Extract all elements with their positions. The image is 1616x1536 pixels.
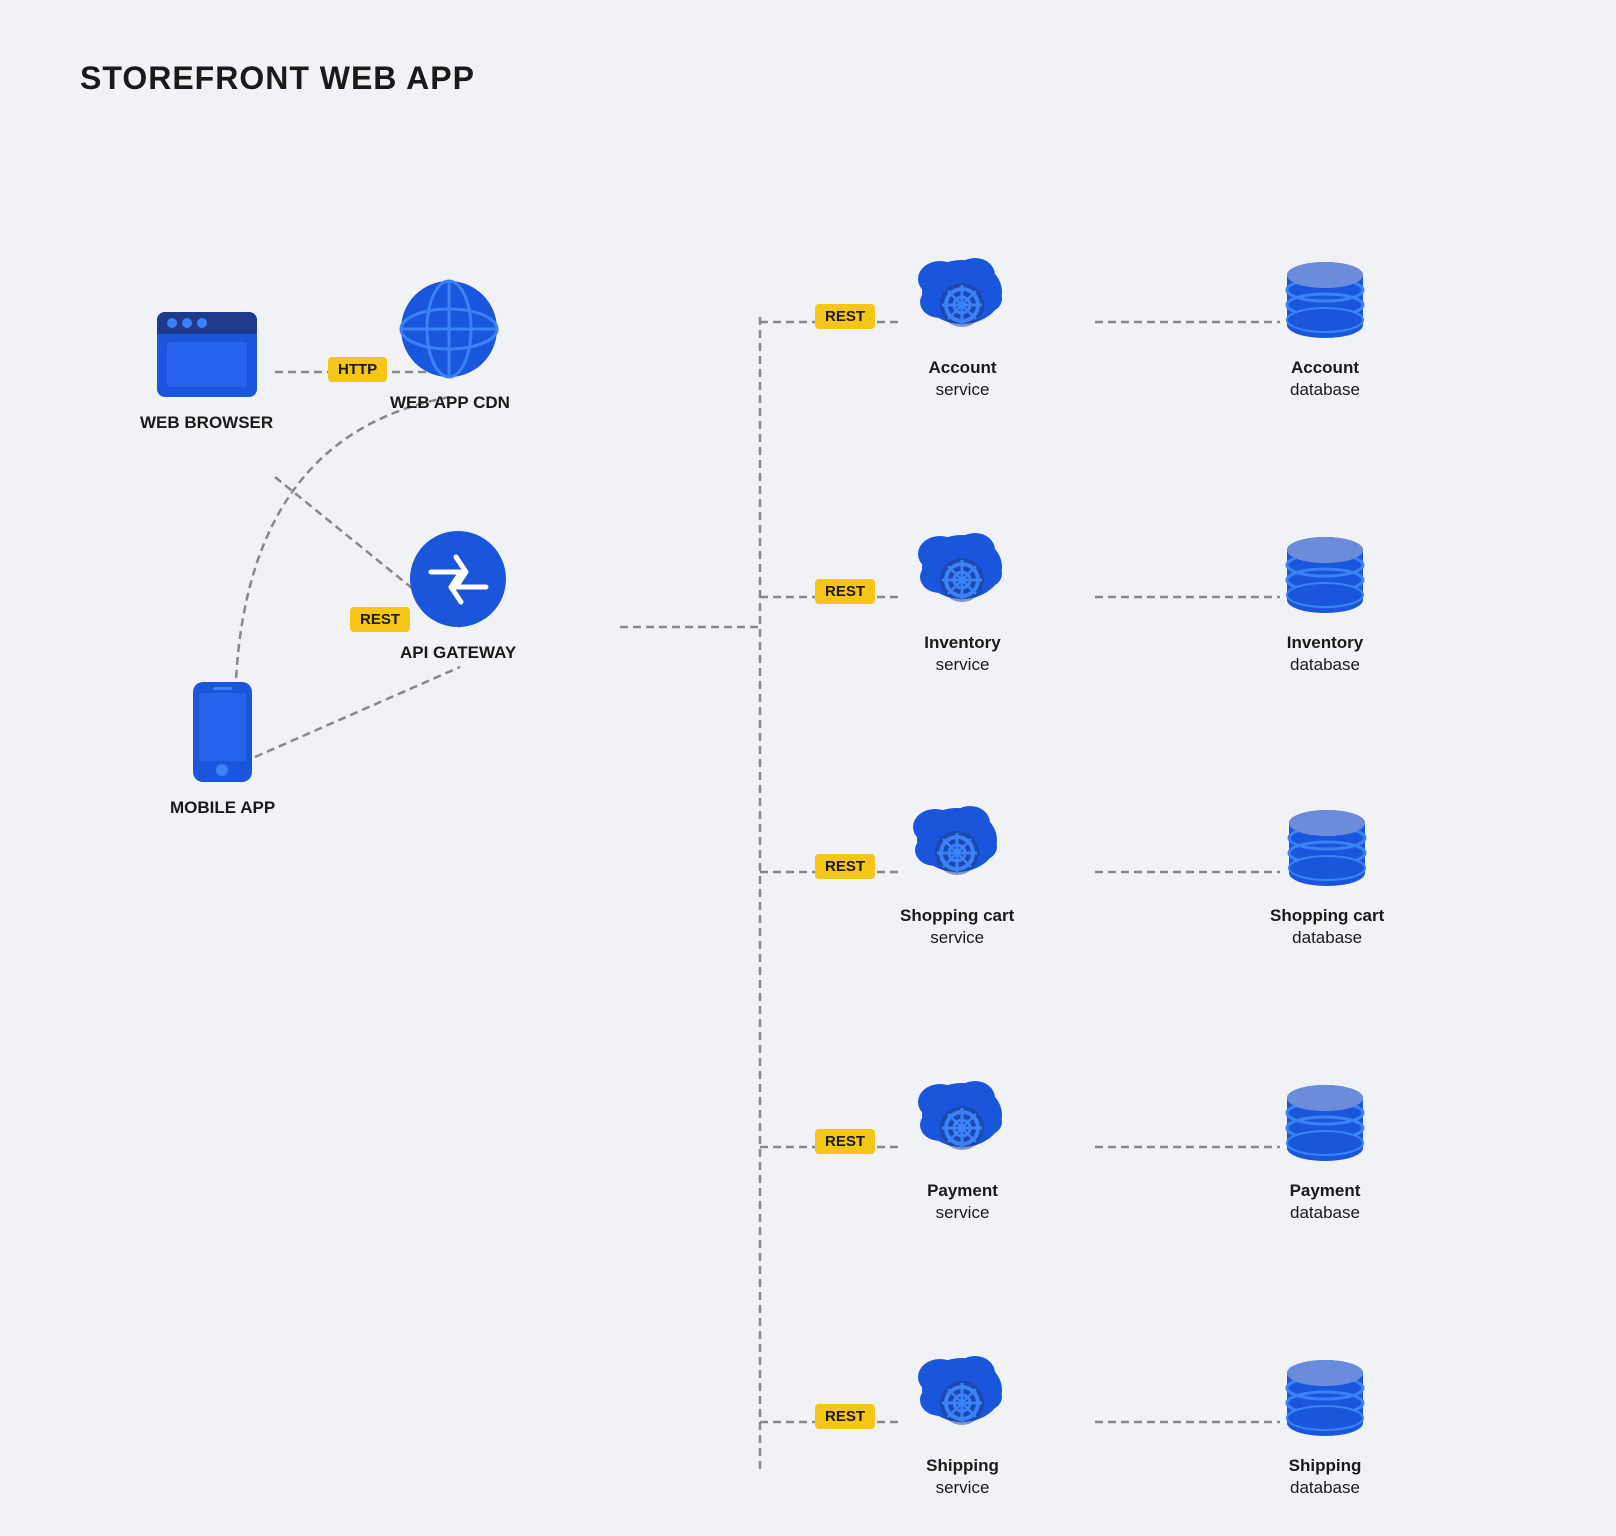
inventory-db-label: Inventory database: [1287, 632, 1364, 676]
shopping-cart-service-node: Shopping cart service: [900, 795, 1014, 949]
rest-inventory-badge: REST: [815, 579, 875, 604]
payment-db-node: Payment database: [1280, 1080, 1370, 1224]
shipping-service-node: Shipping service: [910, 1345, 1015, 1499]
web-app-cdn-label: WEB APP CDN: [390, 392, 510, 414]
diagram-container: STOREFRONT WEB APP: [0, 0, 1616, 1536]
shipping-db-node: Shipping database: [1280, 1355, 1370, 1499]
account-service-label: Account service: [929, 357, 997, 401]
account-db-icon: [1280, 257, 1370, 347]
shopping-cart-db-node: Shopping cart database: [1270, 805, 1384, 949]
inventory-service-cloud-icon: [910, 522, 1015, 622]
payment-service-label: Payment service: [927, 1180, 998, 1224]
mobile-app-node: MOBILE APP: [170, 677, 275, 819]
api-gateway-label: API GATEWAY: [400, 642, 516, 664]
web-browser-label: WEB BROWSER: [140, 412, 273, 434]
shopping-cart-db-label: Shopping cart database: [1270, 905, 1384, 949]
shopping-cart-service-label: Shopping cart service: [900, 905, 1014, 949]
inventory-db-node: Inventory database: [1280, 532, 1370, 676]
payment-db-label: Payment database: [1290, 1180, 1361, 1224]
rest-payment-badge: REST: [815, 1129, 875, 1154]
web-browser-node: WEB BROWSER: [140, 307, 273, 434]
shipping-service-cloud-icon: [910, 1345, 1015, 1445]
browser-icon: [152, 307, 262, 402]
globe-icon: [397, 277, 502, 382]
account-service-cloud-icon: [910, 247, 1015, 347]
inventory-db-icon: [1280, 532, 1370, 622]
page-title: STOREFRONT WEB APP: [80, 60, 1536, 97]
shipping-db-icon: [1280, 1355, 1370, 1445]
http-badge: HTTP: [328, 357, 387, 382]
web-app-cdn-node: WEB APP CDN: [390, 277, 510, 414]
main-area: WEB BROWSER MOBILE APP HTTP WEB APP C: [80, 137, 1536, 1473]
inventory-service-label: Inventory service: [924, 632, 1001, 676]
payment-service-cloud-icon: [910, 1070, 1015, 1170]
gateway-icon: [406, 527, 511, 632]
shopping-cart-service-cloud-icon: [905, 795, 1010, 895]
payment-db-icon: [1280, 1080, 1370, 1170]
mobile-app-label: MOBILE APP: [170, 797, 275, 819]
inventory-service-node: Inventory service: [910, 522, 1015, 676]
shipping-service-label: Shipping service: [926, 1455, 999, 1499]
rest-gateway-badge: REST: [350, 607, 410, 632]
payment-service-node: Payment service: [910, 1070, 1015, 1224]
account-db-label: Account database: [1290, 357, 1360, 401]
api-gateway-node: API GATEWAY: [400, 527, 516, 664]
account-db-node: Account database: [1280, 257, 1370, 401]
shipping-db-label: Shipping database: [1289, 1455, 1362, 1499]
shopping-cart-db-icon: [1282, 805, 1372, 895]
account-service-node: Account service: [910, 247, 1015, 401]
mobile-icon: [185, 677, 260, 787]
rest-shopping-cart-badge: REST: [815, 854, 875, 879]
rest-account-badge: REST: [815, 304, 875, 329]
rest-shipping-badge: REST: [815, 1404, 875, 1429]
